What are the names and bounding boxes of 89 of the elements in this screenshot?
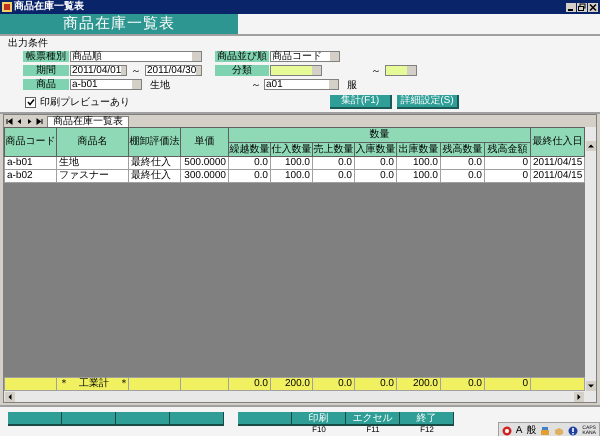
total-cell: 200.0: [270, 378, 312, 390]
table-cell: 0.0: [354, 156, 396, 170]
total-cell: 0.0: [228, 378, 270, 390]
product-to-dropdown[interactable]: a01: [264, 79, 339, 90]
column-header: 繰越数量: [228, 142, 270, 156]
field-label: 商品並び順: [215, 51, 269, 62]
screen-title: 商品在庫一覧表: [0, 14, 238, 34]
table-cell: 0.0: [228, 170, 270, 182]
table-cell: 0.0: [440, 156, 484, 170]
range-separator: ～: [130, 64, 142, 78]
function-key-button[interactable]: [238, 412, 292, 426]
column-header: 売上数量: [312, 142, 354, 156]
product-name: 服: [347, 78, 357, 92]
table-cell: 500.0000: [180, 156, 228, 170]
field-label: 分類: [215, 65, 269, 76]
function-key-button[interactable]: [116, 412, 170, 426]
table-cell: 最終仕入: [128, 156, 180, 170]
vertical-scrollbar[interactable]: [585, 127, 596, 391]
date-to-dropdown[interactable]: 2011/04/30: [145, 65, 202, 76]
product-from-dropdown[interactable]: a-b01: [70, 79, 142, 90]
table-cell: 2011/04/15: [530, 170, 584, 182]
table-cell: 0.0: [312, 170, 354, 182]
column-header: 出庫数量: [396, 142, 440, 156]
restore-icon[interactable]: [577, 2, 587, 12]
date-from-dropdown[interactable]: 2011/04/01: [70, 65, 127, 76]
column-header: 棚卸評価法: [128, 128, 180, 156]
input-mode-indicator[interactable]: A: [516, 424, 522, 436]
total-cell: 0.0: [440, 378, 484, 390]
horizontal-scrollbar[interactable]: [4, 391, 596, 402]
sheet-navigation-icon[interactable]: [5, 117, 45, 126]
section-label: 出力条件: [8, 38, 49, 49]
column-header: 仕入数量: [270, 142, 312, 156]
function-key-button[interactable]: [170, 412, 224, 426]
table-cell: 100.0: [270, 170, 312, 182]
table-cell: ファスナー: [56, 170, 128, 182]
key-hint: F10: [312, 426, 326, 434]
key-hint: F12: [420, 426, 434, 434]
field-label: 商品: [23, 79, 69, 90]
column-header: 入庫数量: [354, 142, 396, 156]
table-cell: 最終仕入: [128, 170, 180, 182]
scroll-up-icon[interactable]: [586, 141, 596, 151]
table-cell: 0: [484, 156, 530, 170]
total-cell: 0.0: [312, 378, 354, 390]
scroll-left-icon[interactable]: [5, 392, 15, 402]
checkbox[interactable]: [25, 96, 36, 108]
column-header: 商品コード: [4, 128, 56, 156]
sort-order-dropdown[interactable]: 商品コード: [270, 51, 340, 62]
checkbox-label: 印刷プレビューあり: [40, 96, 130, 109]
column-header: 商品名: [56, 128, 128, 156]
table-cell: 0.0: [312, 156, 354, 170]
scroll-down-icon[interactable]: [586, 381, 596, 391]
column-header: 残高金額: [484, 142, 530, 156]
report-type-dropdown[interactable]: 商品順: [70, 51, 202, 62]
close-icon[interactable]: [588, 2, 598, 12]
function-key-button[interactable]: [62, 412, 116, 426]
range-separator: ～: [370, 64, 382, 78]
column-header: 残高数量: [440, 142, 484, 156]
table-cell: 生地: [56, 156, 128, 170]
table-cell: a-b01: [4, 156, 56, 170]
product-name: 生地: [150, 78, 170, 92]
table-cell: a-b02: [4, 170, 56, 182]
minimize-icon[interactable]: [566, 2, 576, 12]
function-key-button[interactable]: [8, 412, 62, 426]
scroll-right-icon[interactable]: [574, 392, 584, 402]
table-cell: 100.0: [396, 156, 440, 170]
range-separator: ～: [250, 78, 262, 92]
table-cell: 100.0: [270, 156, 312, 170]
table-cell: 0: [484, 170, 530, 182]
table-cell: 2011/04/15: [530, 156, 584, 170]
field-label: 帳票種別: [23, 51, 69, 62]
total-label: ＊ 工業計 ＊: [56, 378, 128, 390]
app-icon: [2, 2, 12, 12]
key-hint: F11: [366, 426, 380, 434]
total-cell: 200.0: [396, 378, 440, 390]
field-label: 期間: [23, 65, 69, 76]
total-cell: 0: [484, 378, 530, 390]
table-cell: 100.0: [396, 170, 440, 182]
stop-icon[interactable]: [502, 426, 512, 436]
column-group-header: 数量: [228, 128, 530, 142]
input-mode-indicator[interactable]: 般: [526, 424, 536, 436]
table-cell: 300.0000: [180, 170, 228, 182]
table-cell: 0.0: [228, 156, 270, 170]
column-header: 単価: [180, 128, 228, 156]
table-cell: 0.0: [354, 170, 396, 182]
sheet-tab[interactable]: 商品在庫一覧表: [47, 116, 129, 127]
total-cell: 0.0: [354, 378, 396, 390]
column-header: 最終仕入日: [530, 128, 584, 156]
window-title: 商品在庫一覧表: [14, 0, 84, 14]
table-cell: 0.0: [440, 170, 484, 182]
